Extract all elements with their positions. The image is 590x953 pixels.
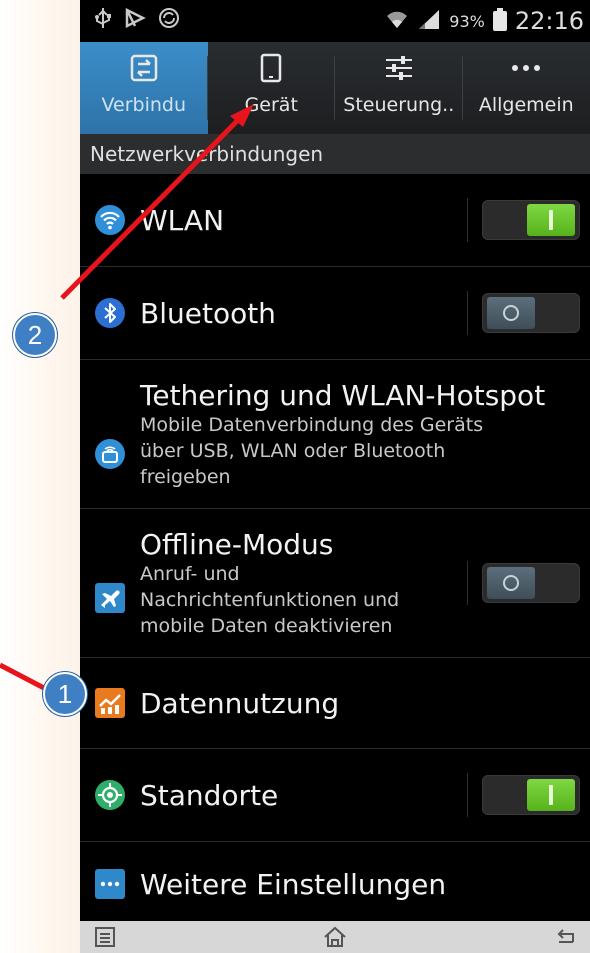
- device-icon: [208, 42, 336, 94]
- wifi-signal-icon: [385, 8, 409, 34]
- section-header: Netzwerkverbindungen: [80, 134, 590, 174]
- setting-subtitle-line: Anruf- und: [140, 562, 240, 585]
- annotation-badge-1: 1: [43, 672, 87, 716]
- setting-title: WLAN: [140, 203, 225, 237]
- annotation-badge-2: 2: [13, 313, 57, 357]
- battery-icon: [492, 8, 507, 31]
- setting-title: Tethering und WLAN-Hotspot: [140, 378, 546, 412]
- airplane-icon: [80, 553, 140, 613]
- tab-label: Steuerung..: [343, 94, 455, 116]
- tab-label: Allgemein: [478, 94, 574, 116]
- cell-signal-icon: [417, 8, 441, 34]
- tab-label: Gerät: [244, 94, 298, 116]
- clock: 22:16: [514, 7, 584, 35]
- setting-title: Standorte: [140, 778, 279, 812]
- setting-subtitle-line: Mobile Datenverbindung des Geräts: [140, 413, 484, 436]
- setting-bluetooth[interactable]: Bluetooth: [80, 267, 590, 360]
- media-icon: [124, 7, 146, 35]
- status-bar: 93% 22:16: [80, 0, 590, 42]
- setting-title: Weitere Einstellungen: [140, 867, 447, 901]
- menu-icon: [95, 927, 115, 947]
- setting-tethering[interactable]: Tethering und WLAN-Hotspot Mobile Datenv…: [80, 360, 590, 509]
- setting-subtitle-line: Nachrichtenfunktionen und: [140, 588, 400, 611]
- setting-subtitle-line: mobile Daten deaktivieren: [140, 614, 393, 637]
- data-usage-icon: [80, 688, 140, 718]
- connections-icon: [80, 42, 208, 94]
- menu-button[interactable]: [80, 926, 130, 948]
- phone-screen: 93% 22:16 Verbindu Gerät Steuerung.. All…: [80, 0, 590, 953]
- location-icon: [80, 779, 140, 811]
- setting-wlan[interactable]: WLAN: [80, 174, 590, 267]
- bluetooth-icon: [80, 297, 140, 329]
- locations-toggle[interactable]: [482, 775, 580, 815]
- wlan-toggle[interactable]: [482, 200, 580, 240]
- setting-title: Bluetooth: [140, 296, 276, 330]
- setting-locations[interactable]: Standorte: [80, 749, 590, 842]
- setting-subtitle-line: freigeben: [140, 465, 231, 488]
- setting-more[interactable]: Weitere Einstellungen: [80, 842, 590, 926]
- offline-mode-toggle[interactable]: [482, 563, 580, 603]
- settings-list: WLAN Bluetooth Tethering und WLAN-Hotspo…: [80, 174, 590, 926]
- home-button[interactable]: [310, 926, 360, 948]
- more-icon: [463, 42, 590, 94]
- battery-percent: 93%: [449, 11, 485, 31]
- back-button[interactable]: [540, 926, 590, 948]
- bluetooth-toggle[interactable]: [482, 293, 580, 333]
- hotspot-icon: [80, 398, 140, 470]
- setting-title: Datennutzung: [140, 686, 340, 720]
- controls-icon: [335, 42, 463, 94]
- more-settings-icon: [80, 869, 140, 899]
- tab-allgemein[interactable]: Allgemein: [463, 42, 590, 134]
- wifi-icon: [80, 204, 140, 236]
- sync-icon: [158, 7, 180, 35]
- back-icon: [557, 929, 574, 943]
- usb-icon: [94, 7, 112, 35]
- tab-steuerung[interactable]: Steuerung..: [335, 42, 463, 134]
- tab-geraet[interactable]: Gerät: [208, 42, 336, 134]
- home-icon: [324, 926, 346, 947]
- setting-offline-mode[interactable]: Offline-Modus Anruf- und Nachrichtenfunk…: [80, 509, 590, 658]
- navigation-bar: [80, 921, 590, 953]
- settings-tab-bar: Verbindu Gerät Steuerung.. Allgemein: [80, 42, 590, 134]
- setting-title: Offline-Modus: [140, 527, 334, 561]
- setting-subtitle-line: über USB, WLAN oder Bluetooth: [140, 439, 446, 462]
- setting-data-usage[interactable]: Datennutzung: [80, 658, 590, 749]
- page-background: [0, 0, 80, 953]
- tab-verbindungen[interactable]: Verbindu: [80, 42, 208, 134]
- tab-label: Verbindu: [101, 94, 186, 116]
